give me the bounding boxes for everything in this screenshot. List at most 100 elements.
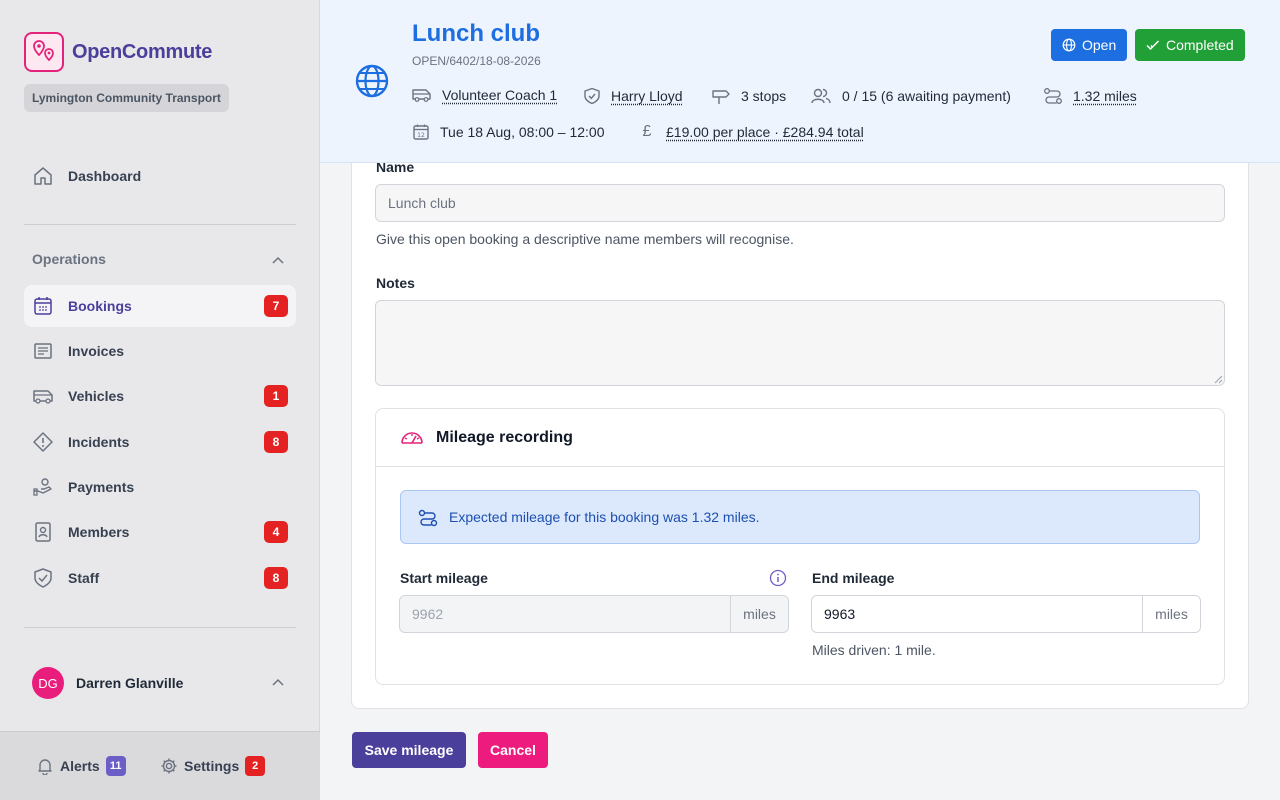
home-icon [32, 165, 54, 187]
avatar: DG [32, 667, 64, 699]
open-status-button[interactable]: Open [1051, 29, 1128, 61]
settings-button[interactable]: Settings 2 [160, 756, 266, 776]
stops-count: 3 stops [741, 88, 787, 104]
datetime-meta: 12 Tue 18 Aug, 08:00 – 12:00 [412, 123, 605, 141]
driver-meta[interactable]: Harry Lloyd [583, 87, 683, 105]
mileage-title: Mileage recording [436, 429, 573, 446]
distance-meta[interactable]: 1.32 miles [1043, 87, 1137, 105]
start-mileage-unit: miles [730, 596, 788, 632]
notes-label: Notes [376, 275, 415, 291]
warning-icon [32, 431, 54, 453]
sidebar-item-vehicles[interactable]: Vehicles 1 [24, 375, 296, 417]
user-menu[interactable]: DG Darren Glanville [32, 667, 183, 699]
capacity-meta: 0 / 15 (6 awaiting payment) [810, 87, 1011, 105]
end-mileage-label: End mileage [812, 570, 895, 586]
end-mileage-input[interactable]: 9963 [812, 596, 1142, 632]
distance-value: 1.32 miles [1073, 88, 1137, 104]
id-badge-icon [32, 521, 54, 543]
sidebar-item-staff[interactable]: Staff 8 [24, 557, 296, 599]
completed-status-button[interactable]: Completed [1135, 29, 1245, 61]
route-icon [1044, 88, 1062, 104]
start-mileage-label: Start mileage [400, 570, 488, 586]
organisation-name[interactable]: Lymington Community Transport [24, 84, 229, 112]
sidebar-divider [24, 224, 296, 225]
price-meta[interactable]: £ £19.00 per place · £284.94 total [638, 123, 864, 141]
booking-header: Lunch club OPEN/6402/18-08-2026 Voluntee… [320, 0, 1280, 163]
sidebar-item-label: Invoices [68, 343, 125, 359]
booking-reference: OPEN/6402/18-08-2026 [412, 54, 541, 68]
operations-section-title[interactable]: Operations [32, 251, 106, 267]
expected-mileage-alert: Expected mileage for this booking was 1.… [400, 490, 1200, 544]
invoice-icon [32, 340, 54, 362]
vehicle-meta[interactable]: Volunteer Coach 1 [412, 87, 557, 103]
completed-label: Completed [1166, 37, 1234, 53]
alerts-count-badge: 11 [105, 756, 126, 776]
settings-label: Settings [184, 758, 240, 774]
settings-count-badge: 2 [245, 756, 266, 776]
page-title: Lunch club [412, 20, 540, 47]
speedometer-icon [401, 432, 423, 444]
stops-meta: 3 stops [711, 87, 786, 105]
alerts-label: Alerts [60, 758, 100, 774]
end-mileage-field[interactable]: 9963 miles [811, 595, 1201, 633]
vehicle-name: Volunteer Coach 1 [442, 87, 558, 103]
start-mileage-input[interactable]: 9962 [400, 596, 730, 632]
brand-logo-icon [24, 32, 64, 72]
cancel-button[interactable]: Cancel [478, 732, 548, 768]
info-icon[interactable] [769, 569, 787, 587]
nav-dashboard[interactable]: Dashboard [24, 155, 296, 197]
sidebar-item-label: Members [68, 524, 130, 540]
brand-name: OpenCommute [72, 40, 213, 63]
svg-text:12: 12 [417, 132, 425, 139]
signpost-icon [712, 90, 730, 104]
capacity-text: 0 / 15 (6 awaiting payment) [842, 88, 1011, 104]
mileage-card-header: Mileage recording [376, 409, 1224, 467]
shield-check-icon [584, 87, 600, 105]
end-mileage-unit: miles [1142, 596, 1200, 632]
bell-icon [38, 759, 52, 775]
globe-icon [355, 64, 389, 98]
start-mileage-field[interactable]: 9962 miles [399, 595, 789, 633]
double-check-icon [1146, 40, 1160, 51]
users-icon [811, 88, 831, 104]
expected-mileage-text: Expected mileage for this booking was 1.… [449, 509, 760, 525]
sidebar-bottom-bar: Alerts 11 Settings 2 [0, 731, 320, 800]
brand[interactable]: OpenCommute [24, 32, 212, 72]
alerts-button[interactable]: Alerts 11 [36, 756, 126, 776]
calendar-icon: 12 [413, 124, 429, 140]
sidebar-divider [24, 627, 296, 628]
name-input[interactable]: Lunch club [375, 184, 1225, 222]
sidebar-item-label: Vehicles [68, 388, 125, 404]
members-count-badge: 4 [264, 521, 288, 543]
mileage-recording-card: Mileage recording [375, 408, 1225, 685]
sidebar-item-bookings[interactable]: Bookings 7 [24, 285, 296, 327]
staff-count-badge: 8 [264, 567, 288, 589]
sidebar-item-label: Payments [68, 479, 135, 495]
gear-icon [161, 758, 177, 774]
chevron-up-icon[interactable] [270, 254, 286, 272]
bus-icon [32, 385, 54, 407]
pound-icon: £ [642, 123, 652, 140]
name-helper-text: Give this open booking a descriptive nam… [376, 231, 794, 247]
sidebar-item-incidents[interactable]: Incidents 8 [24, 421, 296, 463]
driver-name: Harry Lloyd [611, 88, 683, 104]
route-icon [418, 509, 438, 527]
price-text: £19.00 per place · £284.94 total [666, 124, 864, 140]
shield-check-icon [32, 567, 54, 589]
vehicles-count-badge: 1 [264, 385, 288, 407]
booking-datetime: Tue 18 Aug, 08:00 – 12:00 [440, 124, 605, 140]
sidebar-item-label: Bookings [68, 298, 132, 314]
nav-dashboard-label: Dashboard [68, 168, 142, 184]
bookings-count-badge: 7 [264, 295, 288, 317]
save-mileage-button[interactable]: Save mileage [352, 732, 466, 768]
resize-handle-icon[interactable] [1214, 375, 1223, 384]
sidebar-item-invoices[interactable]: Invoices [24, 330, 296, 372]
calendar-icon [32, 295, 54, 317]
incidents-count-badge: 8 [264, 431, 288, 453]
sidebar: OpenCommute Lymington Community Transpor… [0, 0, 320, 800]
notes-textarea[interactable] [375, 300, 1225, 386]
chevron-up-icon[interactable] [270, 676, 286, 694]
globe-icon [1062, 38, 1076, 52]
sidebar-item-members[interactable]: Members 4 [24, 511, 296, 553]
sidebar-item-payments[interactable]: Payments [24, 466, 296, 508]
